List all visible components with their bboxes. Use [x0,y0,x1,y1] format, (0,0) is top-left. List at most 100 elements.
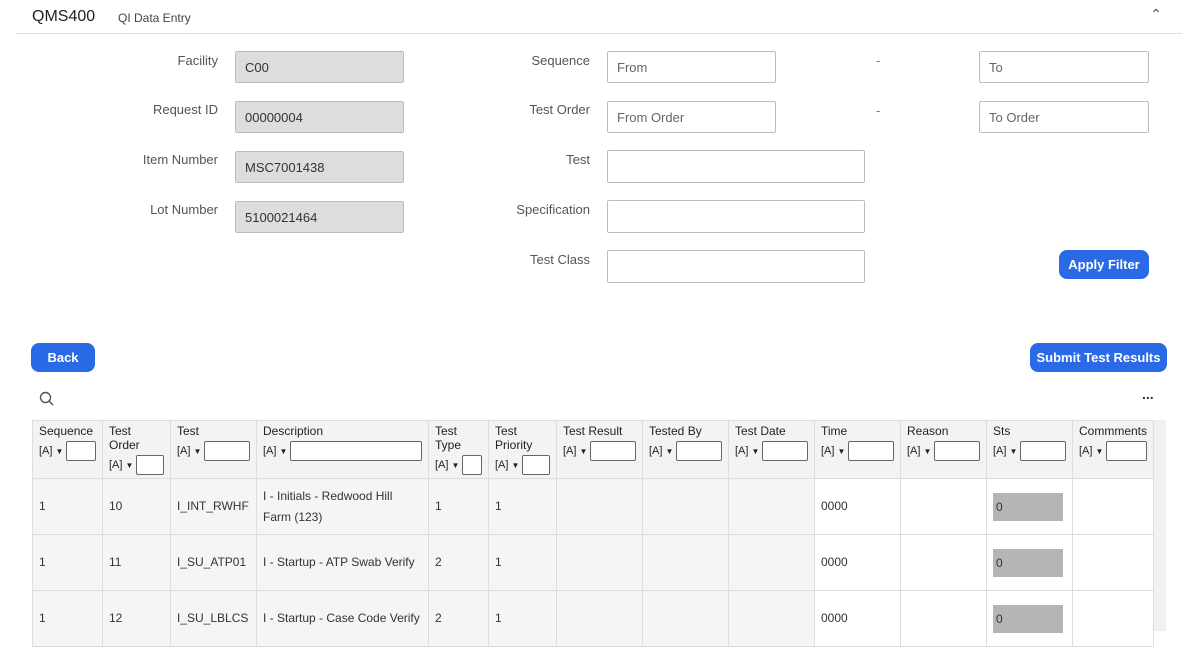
chevron-down-icon[interactable]: ▼ [923,447,931,456]
facility-field[interactable]: C00 [235,51,404,83]
chevron-down-icon[interactable]: ▼ [1009,447,1017,456]
filter-operator-dropdown[interactable]: [A] [907,445,920,457]
column-title: Test Date [735,424,786,438]
chevron-down-icon[interactable]: ▼ [665,447,673,456]
sts-field[interactable]: 0 [993,604,1063,633]
table-row[interactable]: 1 10 I_INT_RWHF I - Initials - Redwood Hill… [32,478,1155,535]
lot-number-field[interactable]: 5100021464 [235,201,404,233]
table-cell: 2 [428,590,489,647]
chevron-down-icon[interactable]: ▼ [1095,447,1103,456]
table-cell: 1 [488,478,557,535]
column-filter-input[interactable] [204,441,250,461]
filter-operator-dropdown[interactable]: [A] [109,459,122,471]
table-cell: 1 [488,534,557,591]
column-filter-input[interactable] [676,441,722,461]
column-title: Sts [993,424,1011,438]
lot-number-label: Lot Number [150,202,218,217]
column-filter-input[interactable] [590,441,636,461]
filter-operator-dropdown[interactable]: [A] [821,445,834,457]
column-filter-input[interactable] [462,455,482,475]
table-cell [900,590,987,647]
table-cell [900,534,987,591]
column-header[interactable]: Sts [A] ▼ [986,420,1073,479]
table-cell [642,534,729,591]
test-order-label: Test Order [529,102,590,117]
back-button[interactable]: Back [31,343,95,372]
test-input[interactable] [607,150,865,183]
filter-operator-dropdown[interactable]: [A] [435,459,448,471]
filter-operator-dropdown[interactable]: [A] [993,445,1006,457]
table-cell: 0 [986,534,1073,591]
test-order-to-input[interactable]: To Order [979,101,1149,133]
chevron-down-icon[interactable]: ▼ [751,447,759,456]
apply-filter-button[interactable]: Apply Filter [1059,250,1149,279]
column-filter-input[interactable] [136,455,164,475]
page-subtitle: QI Data Entry [118,11,191,25]
sequence-from-input[interactable]: From [607,51,776,83]
submit-test-results-button[interactable]: Submit Test Results [1030,343,1167,372]
chevron-down-icon[interactable]: ▼ [125,461,133,470]
chevron-down-icon[interactable]: ▼ [579,447,587,456]
table-cell: 0 [986,478,1073,535]
test-class-label: Test Class [530,252,590,267]
table-row[interactable]: 1 12 I_SU_LBLCS I - Startup - Case Code Ver… [32,590,1155,647]
more-options-icon[interactable]: ... [1142,386,1154,402]
column-filter-input[interactable] [522,455,550,475]
chevron-down-icon[interactable]: ▼ [55,447,63,456]
column-filter-input[interactable] [290,441,422,461]
table-cell: 1 [32,590,103,647]
table-row[interactable]: 1 11 I_SU_ATP01 I - Startup - ATP Swab Veri… [32,534,1155,591]
test-order-from-input[interactable]: From Order [607,101,776,133]
table-cell [556,478,643,535]
filter-operator-dropdown[interactable]: [A] [649,445,662,457]
chevron-down-icon[interactable]: ▼ [451,461,459,470]
app-title: QMS400 [32,8,96,25]
column-filter-input[interactable] [66,441,96,461]
filter-operator-dropdown[interactable]: [A] [563,445,576,457]
chevron-down-icon[interactable]: ▼ [837,447,845,456]
chevron-down-icon[interactable]: ▼ [279,447,287,456]
sts-field[interactable]: 0 [993,548,1063,577]
column-header[interactable]: Test Date [A] ▼ [728,420,815,479]
sequence-to-input[interactable]: To [979,51,1149,83]
item-number-label: Item Number [142,152,218,167]
test-class-input[interactable] [607,250,865,283]
filter-operator-dropdown[interactable]: [A] [735,445,748,457]
table-cell [900,478,987,535]
item-number-field[interactable]: MSC7001438 [235,151,404,183]
column-header[interactable]: Test Result [A] ▼ [556,420,643,479]
specification-input[interactable] [607,200,865,233]
search-icon[interactable] [39,391,55,407]
filter-operator-dropdown[interactable]: [A] [495,459,508,471]
chevron-down-icon[interactable]: ▼ [193,447,201,456]
table-cell [556,534,643,591]
column-header[interactable]: Test [A] ▼ [170,420,257,479]
column-header[interactable]: Description [A] ▼ [256,420,429,479]
column-filter-input[interactable] [1020,441,1066,461]
column-filter-input[interactable] [1106,441,1148,461]
column-title: Sequence [39,424,94,438]
table-cell [1071,590,1155,647]
request-id-field[interactable]: 00000004 [235,101,404,133]
column-header[interactable]: Commments [A] ▼ [1071,420,1155,479]
column-filter-input[interactable] [934,441,980,461]
sts-field[interactable]: 0 [993,492,1063,521]
column-header[interactable]: Reason [A] ▼ [900,420,987,479]
table-cell: 1 [32,478,103,535]
column-header[interactable]: Test Type [A] ▼ [428,420,489,479]
chevron-down-icon[interactable]: ▼ [511,461,519,470]
column-header[interactable]: Tested By [A] ▼ [642,420,729,479]
column-header[interactable]: Time [A] ▼ [814,420,901,479]
filter-operator-dropdown[interactable]: [A] [1079,445,1092,457]
filter-operator-dropdown[interactable]: [A] [263,445,276,457]
filter-operator-dropdown[interactable]: [A] [39,445,52,457]
page-header: QMS400 QI Data Entry ⌃ [16,0,1182,34]
column-filter-input[interactable] [762,441,808,461]
filter-operator-dropdown[interactable]: [A] [177,445,190,457]
column-title: Test Priority [495,424,533,452]
collapse-chevron-icon[interactable]: ⌃ [1150,6,1162,23]
column-header[interactable]: Test Priority [A] ▼ [488,420,557,479]
column-header[interactable]: Sequence [A] ▼ [32,420,103,479]
column-filter-input[interactable] [848,441,894,461]
column-header[interactable]: Test Order [A] ▼ [102,420,171,479]
